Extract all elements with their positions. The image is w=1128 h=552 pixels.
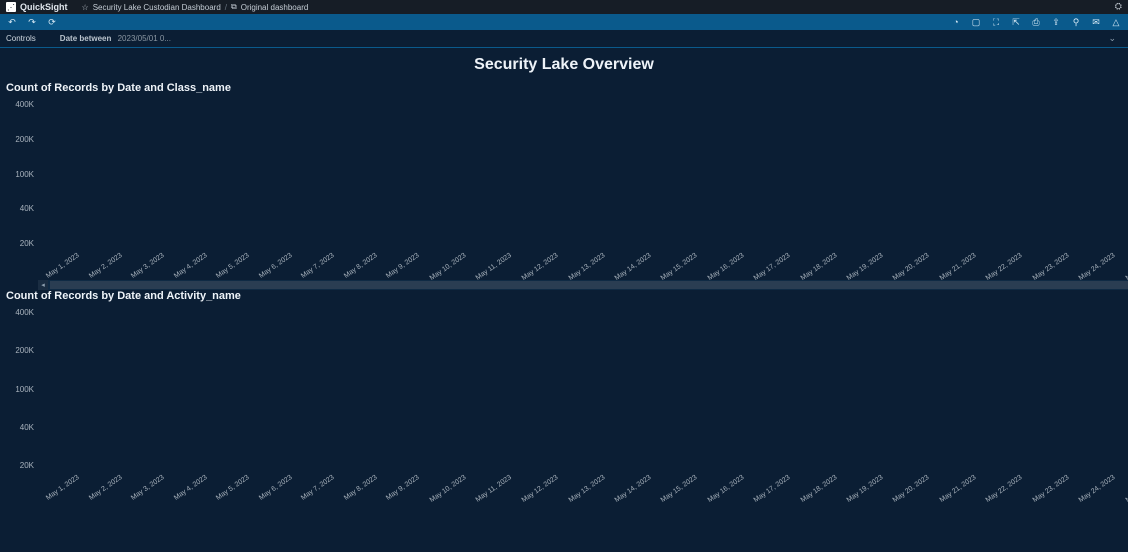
fullscreen-icon[interactable]: ⛶ [990, 16, 1002, 28]
x-tick: May 25, 2023 [1124, 474, 1128, 518]
breadcrumb: ☆ Security Lake Custodian Dashboard / ⧉ … [82, 2, 309, 12]
undo-icon[interactable]: ↶ [6, 16, 18, 28]
action-toolbar: ↶ ↷ ⟳ ◔ ▢ ⛶ ⇱ ⎙ ⇪ ⚲ ✉ △ [0, 14, 1128, 30]
y-tick: 20K [20, 461, 34, 470]
x-tick: May 21, 2023 [939, 474, 988, 518]
x-tick: May 10, 2023 [428, 474, 477, 518]
breadcrumb-item[interactable]: Original dashboard [241, 3, 309, 12]
x-tick: May 13, 2023 [567, 474, 616, 518]
x-tick: May 3, 2023 [130, 474, 175, 516]
x-tick: May 17, 2023 [753, 474, 802, 518]
x-tick: May 1, 2023 [45, 474, 90, 516]
x-tick: May 14, 2023 [614, 474, 663, 518]
scroll-thumb[interactable] [50, 281, 1128, 289]
x-tick: May 7, 2023 [300, 474, 345, 516]
date-filter-value: 2023/05/01 0... [118, 34, 171, 43]
x-tick: May 22, 2023 [985, 474, 1034, 518]
user-icon[interactable]: ⛭ [1115, 1, 1122, 12]
x-tick: May 8, 2023 [343, 474, 388, 516]
refresh-icon[interactable]: ⟳ [46, 16, 58, 28]
x-tick: May 12, 2023 [521, 474, 570, 518]
y-axis: 400K 200K 100K 40K 20K [6, 308, 34, 472]
x-tick: May 19, 2023 [846, 474, 895, 518]
x-tick: May 15, 2023 [660, 474, 709, 518]
copy-icon: ⧉ [231, 2, 237, 12]
y-tick: 200K [15, 346, 34, 355]
page-title: Security Lake Overview [0, 48, 1128, 82]
x-tick: May 20, 2023 [892, 474, 941, 518]
filter-icon[interactable]: ⚲ [1070, 16, 1082, 28]
y-tick: 400K [15, 100, 34, 109]
y-tick: 40K [20, 204, 34, 213]
y-tick: 20K [20, 239, 34, 248]
x-tick: May 18, 2023 [799, 474, 848, 518]
share-icon[interactable]: ⇪ [1050, 16, 1062, 28]
x-axis: May 1, 2023May 2, 2023May 3, 2023May 4, … [6, 472, 1128, 498]
y-tick: 40K [20, 423, 34, 432]
chart-plot[interactable]: 400K 200K 100K 40K 20K [6, 308, 1128, 472]
x-tick: May 24, 2023 [1078, 474, 1127, 518]
x-tick: May 9, 2023 [385, 474, 430, 516]
export-icon[interactable]: ⇱ [1010, 16, 1022, 28]
bookmark-icon[interactable]: ▢ [970, 16, 982, 28]
breadcrumb-sep: / [225, 3, 227, 12]
date-filter[interactable]: Date between 2023/05/01 0... [60, 34, 171, 43]
y-tick: 100K [15, 385, 34, 394]
y-axis: 400K 200K 100K 40K 20K [6, 100, 34, 250]
x-tick: May 6, 2023 [258, 474, 303, 516]
print-icon[interactable]: ⎙ [1030, 16, 1042, 28]
chart-plot[interactable]: 400K 200K 100K 40K 20K [6, 100, 1128, 250]
mail-icon[interactable]: ✉ [1090, 16, 1102, 28]
app-topbar: ⋰ QuickSight ☆ Security Lake Custodian D… [0, 0, 1128, 14]
y-tick: 400K [15, 308, 34, 317]
y-tick: 100K [15, 170, 34, 179]
chart: Count of Records by Date and Activity_na… [0, 290, 1128, 498]
x-tick: May 23, 2023 [1031, 474, 1080, 518]
redo-icon[interactable]: ↷ [26, 16, 38, 28]
chart-title: Count of Records by Date and Class_name [6, 82, 1122, 94]
chart-title: Count of Records by Date and Activity_na… [6, 290, 1122, 302]
star-icon[interactable]: ☆ [82, 3, 89, 12]
scroll-left-icon[interactable]: ◂ [38, 280, 48, 290]
controls-bar: Controls Date between 2023/05/01 0... ⌄ [0, 30, 1128, 48]
clock-icon[interactable]: ◔ [950, 16, 962, 28]
x-axis: May 1, 2023May 2, 2023May 3, 2023May 4, … [6, 250, 1128, 276]
y-tick: 200K [15, 135, 34, 144]
app-name: QuickSight [20, 2, 68, 12]
horizontal-scrollbar[interactable]: ◂▸ [38, 280, 1128, 290]
x-tick: May 4, 2023 [173, 474, 218, 516]
breadcrumb-item[interactable]: Security Lake Custodian Dashboard [93, 3, 221, 12]
alert-icon[interactable]: △ [1110, 16, 1122, 28]
date-filter-label: Date between [60, 34, 112, 43]
x-tick: May 11, 2023 [475, 474, 523, 518]
controls-label[interactable]: Controls [6, 34, 36, 43]
chart: Count of Records by Date and Class_name 4… [0, 82, 1128, 290]
chevron-down-icon[interactable]: ⌄ [1108, 33, 1122, 44]
x-tick: May 16, 2023 [706, 474, 755, 518]
app-logo-icon: ⋰ [6, 2, 16, 12]
x-tick: May 5, 2023 [215, 474, 260, 516]
x-tick: May 2, 2023 [87, 474, 132, 516]
